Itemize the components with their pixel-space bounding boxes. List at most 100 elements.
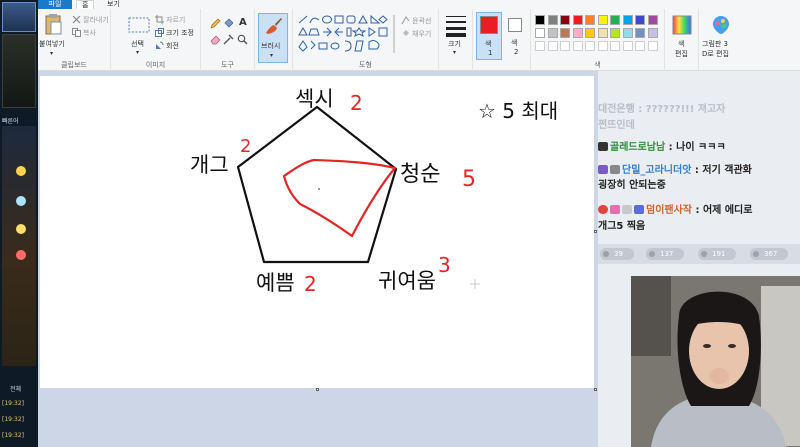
fill-bucket-icon[interactable] <box>223 18 234 29</box>
canvas-resize-handle-corner[interactable] <box>594 388 597 391</box>
palette-swatch[interactable] <box>535 15 545 25</box>
chat-filter-all[interactable]: 전체 <box>10 384 21 393</box>
magnifier-icon[interactable] <box>237 34 248 45</box>
palette-swatch[interactable] <box>647 15 658 25</box>
palette-swatch[interactable] <box>547 28 558 38</box>
palette-swatch[interactable] <box>635 15 645 25</box>
gem-icon <box>16 196 26 206</box>
custom-color-slot[interactable] <box>647 41 658 51</box>
cut-button[interactable]: 잘라내기 <box>83 15 109 25</box>
crop-icon[interactable] <box>155 15 164 24</box>
size-button[interactable]: 크기 <box>448 39 461 49</box>
crop-button[interactable]: 자르기 <box>166 15 185 25</box>
cut-icon[interactable] <box>72 16 81 24</box>
rotate-icon[interactable] <box>155 41 164 50</box>
paint3d-button[interactable]: 그림판 3 <box>702 39 728 49</box>
custom-color-slot[interactable] <box>585 41 595 51</box>
custom-color-slot[interactable] <box>535 41 545 51</box>
palette-swatch[interactable] <box>597 28 608 38</box>
tab-file[interactable]: 파일 <box>38 0 72 9</box>
stat-total: 367 <box>750 248 788 260</box>
color1-button[interactable]: 색 1 <box>476 12 502 60</box>
fill-button[interactable]: 채우기 <box>412 29 431 39</box>
palette-swatch[interactable] <box>572 15 583 25</box>
game-thumbnail[interactable] <box>2 2 36 32</box>
palette-swatch[interactable] <box>610 15 620 25</box>
palette-swatch[interactable] <box>622 15 633 25</box>
outline-button[interactable]: 윤곽선 <box>412 16 431 26</box>
resize-button[interactable]: 크기 조정 <box>166 28 194 38</box>
chat-username[interactable]: 단밀_고라니더앗 <box>622 165 691 176</box>
paste-icon[interactable] <box>44 13 62 35</box>
brush-button[interactable]: 브러시 ▾ <box>258 13 288 63</box>
chat-username[interactable]: 골레드로남남 <box>610 142 665 153</box>
outline-icon[interactable] <box>401 16 410 25</box>
select-dropdown-icon[interactable]: ▾ <box>136 49 139 56</box>
heart-badge-icon <box>610 205 620 214</box>
palette-swatch[interactable] <box>560 28 570 38</box>
custom-color-slot[interactable] <box>572 41 583 51</box>
shapes-scrollbar[interactable] <box>393 15 395 53</box>
fill-icon[interactable] <box>401 29 410 38</box>
edit-colors-button[interactable]: 색 <box>678 39 684 49</box>
axis-label-sexy: 섹시 <box>295 87 334 111</box>
viewer-stats-bar: 39 137 191 367 <box>598 244 800 264</box>
palette-swatch[interactable] <box>597 15 608 25</box>
axis-label-cute: 귀여움 <box>378 269 436 293</box>
canvas-resize-handle-right[interactable] <box>594 230 597 233</box>
tab-view[interactable]: 보기 <box>102 0 125 9</box>
select-icon[interactable] <box>128 17 150 33</box>
custom-color-slot[interactable] <box>622 41 633 51</box>
custom-color-slot[interactable] <box>547 41 558 51</box>
color-picker-icon[interactable] <box>223 34 234 45</box>
custom-color-slot[interactable] <box>560 41 570 51</box>
edit-colors-icon[interactable] <box>672 15 692 35</box>
chat-username[interactable]: 대전은행 <box>598 104 635 115</box>
eraser-icon[interactable] <box>210 34 221 45</box>
chat-username[interactable]: 덤이팬사작 <box>646 205 692 216</box>
custom-color-slot[interactable] <box>597 41 608 51</box>
size-dropdown-icon[interactable]: ▾ <box>453 49 456 56</box>
text-tool-icon[interactable]: A <box>239 17 247 28</box>
clipboard-group: 붙여넣기 ▾ 잘라내기 복사 클립보드 <box>38 9 111 71</box>
edit-colors-group: 색 편집 <box>665 9 699 71</box>
tab-home[interactable]: 홈 <box>76 0 95 9</box>
canvas-resize-handle-bottom[interactable] <box>316 388 319 391</box>
select-button[interactable]: 선택 <box>131 39 144 49</box>
shapes-gallery[interactable] <box>297 15 391 55</box>
color2-button[interactable]: 색 2 <box>504 12 528 60</box>
palette-swatch[interactable] <box>622 28 633 38</box>
copy-icon[interactable] <box>72 28 81 37</box>
image-group: 선택 ▾ 자르기 크기 조정 회전 이미지 <box>111 9 201 71</box>
brush-dropdown-icon: ▾ <box>270 52 274 59</box>
custom-color-slot[interactable] <box>610 41 620 51</box>
paste-dropdown-icon[interactable]: ▾ <box>50 50 53 57</box>
palette-swatch[interactable] <box>647 28 658 38</box>
palette-swatch[interactable] <box>572 28 583 38</box>
game-preview <box>2 34 36 108</box>
pencil-icon[interactable] <box>210 18 221 29</box>
palette-swatch[interactable] <box>585 28 595 38</box>
stat-fans: 137 <box>646 248 684 260</box>
resize-icon[interactable] <box>155 28 164 37</box>
size-icon[interactable] <box>446 15 466 37</box>
center-dot <box>318 188 320 190</box>
chat-message: 굉장히 안되는중 <box>598 180 666 191</box>
level-badge-icon <box>622 205 632 214</box>
paint3d-group: 그림판 3 D로 편집 <box>699 9 743 71</box>
palette-swatch[interactable] <box>560 15 570 25</box>
palette-swatch[interactable] <box>547 15 558 25</box>
palette-swatch[interactable] <box>585 15 595 25</box>
palette-swatch[interactable] <box>610 28 620 38</box>
copy-button[interactable]: 복사 <box>83 28 96 38</box>
palette-swatch[interactable] <box>535 28 545 38</box>
rotate-button[interactable]: 회전 <box>166 41 179 51</box>
paste-button[interactable]: 붙여넣기 <box>39 39 65 49</box>
speaker-badge-icon <box>598 142 608 151</box>
chat-message: 단밀_고라니더앗 : 저기 객관화 <box>598 164 800 178</box>
left-panel-tab[interactable]: 빠른어 <box>2 116 19 125</box>
palette-swatch[interactable] <box>635 28 645 38</box>
paint3d-icon[interactable] <box>711 15 731 35</box>
custom-color-slot[interactable] <box>635 41 645 51</box>
axis-score-cute: 3 <box>438 253 451 277</box>
